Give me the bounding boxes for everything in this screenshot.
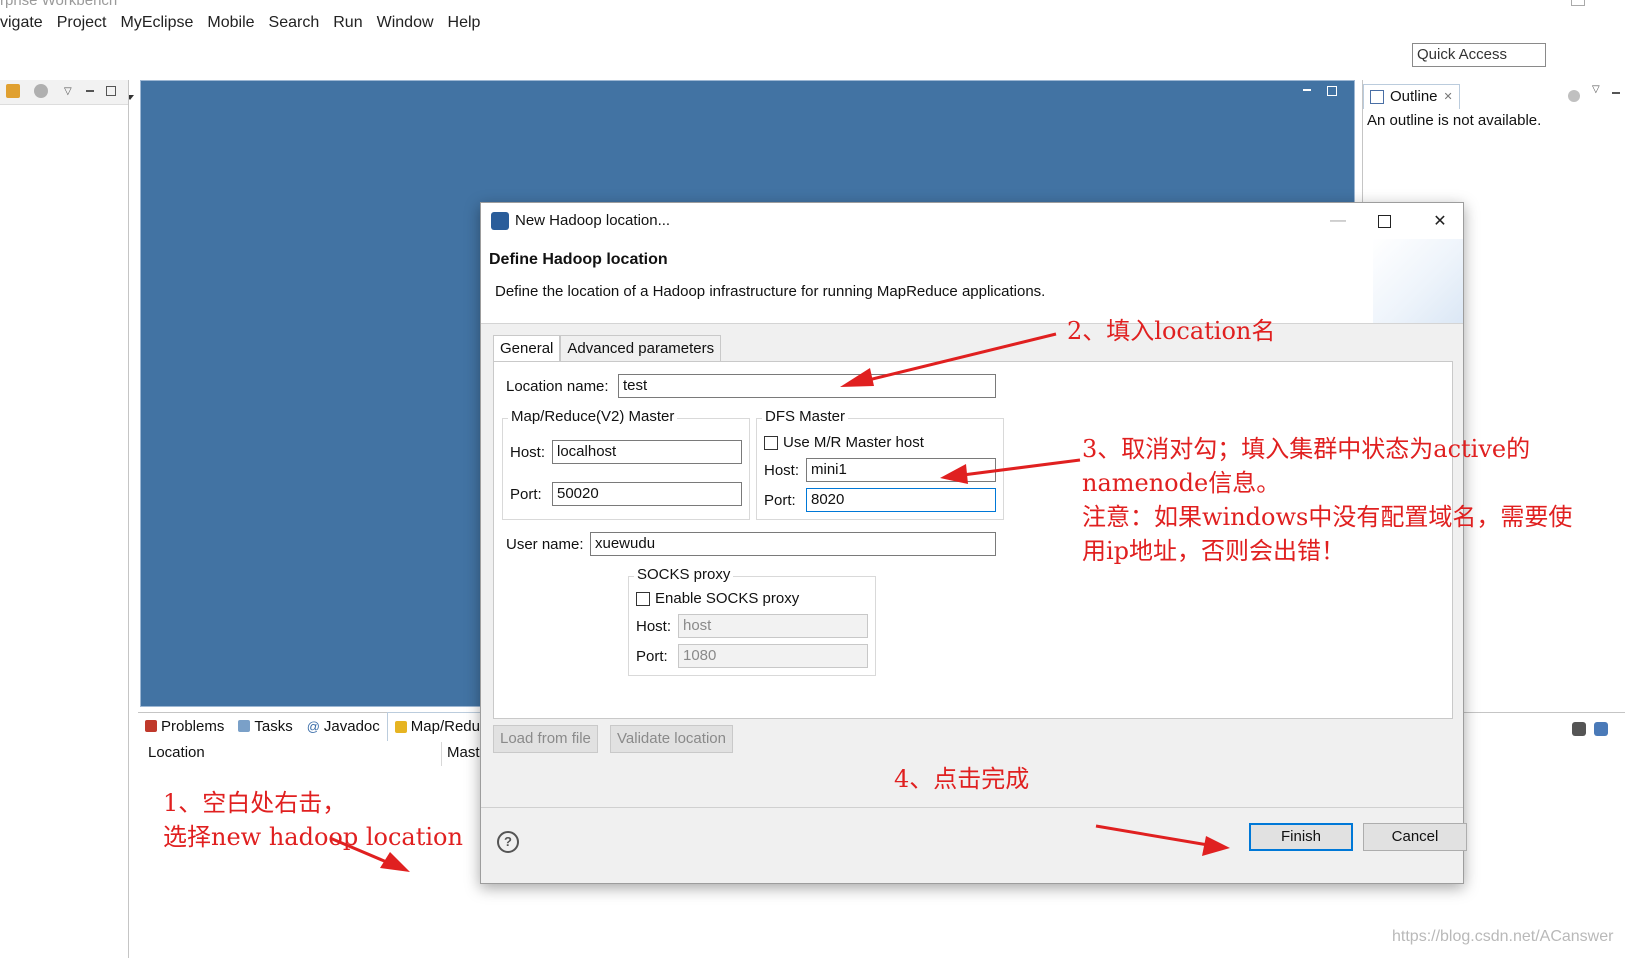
menu-window[interactable]: Window	[377, 14, 434, 38]
restore-window-icon[interactable]	[1571, 0, 1585, 6]
annotation-step-3-line-2: namenode信息。	[1082, 469, 1281, 497]
dfs-port-input[interactable]: 8020	[806, 488, 996, 512]
package-explorer-view	[0, 80, 129, 958]
tab-advanced-parameters[interactable]: Advanced parameters	[560, 335, 722, 362]
location-name-input[interactable]: test	[618, 374, 996, 398]
main-toolbar: Quick Access	[0, 42, 1625, 108]
socks-port-input[interactable]: 1080	[678, 644, 868, 668]
enable-socks-checkbox[interactable]	[636, 592, 650, 606]
quick-access-input[interactable]: Quick Access	[1412, 43, 1546, 67]
annotation-step-2: 2、填入location名	[1067, 317, 1276, 345]
dfs-port-label: Port:	[764, 492, 796, 509]
column-divider	[441, 742, 442, 766]
minimize-icon[interactable]	[1612, 92, 1620, 94]
tab-label: Outline	[1390, 88, 1438, 105]
dialog-heading: Define Hadoop location	[489, 251, 668, 268]
socks-host-label: Host:	[636, 618, 672, 635]
mr-host-input[interactable]: localhost	[552, 440, 742, 464]
column-location[interactable]: Location	[148, 744, 205, 761]
dialog-description: Define the location of a Hadoop infrastr…	[495, 283, 1046, 300]
close-icon[interactable]: ✕	[1417, 203, 1463, 239]
username-input[interactable]: xuewudu	[590, 532, 996, 556]
dfs-host-input[interactable]: mini1	[806, 458, 996, 482]
javadoc-icon: @	[306, 718, 320, 734]
link-with-editor-icon[interactable]	[6, 84, 20, 98]
tab-javadoc[interactable]: @ Javadoc	[300, 712, 387, 740]
view-menu-icon[interactable]	[1568, 90, 1580, 102]
menu-help[interactable]: Help	[448, 14, 481, 38]
maximize-icon[interactable]	[1361, 203, 1407, 239]
use-mr-master-label: Use M/R Master host	[783, 434, 924, 451]
tab-tasks[interactable]: Tasks	[231, 712, 299, 740]
tab-general[interactable]: General	[493, 335, 561, 363]
dfs-master-group-label: DFS Master	[762, 408, 849, 425]
header-decoration	[1373, 239, 1463, 323]
chevron-down-icon[interactable]: ▽	[64, 86, 72, 97]
menu-bar: vigate Project MyEclipse Mobile Search R…	[0, 14, 494, 38]
tab-outline[interactable]: Outline ✕	[1363, 84, 1460, 109]
menu-search[interactable]: Search	[269, 14, 320, 38]
outline-empty-message: An outline is not available.	[1367, 112, 1542, 129]
dialog-header: Define Hadoop location Define the locati…	[481, 239, 1463, 324]
annotation-step-3-line-1: 3、取消对勾；填入集群中状态为active的	[1082, 435, 1531, 463]
tab-label: Problems	[161, 717, 225, 735]
annotation-step-1-line-2: 选择new hadoop location	[163, 823, 463, 851]
view-menu-icon[interactable]	[34, 84, 48, 98]
dialog-footer-divider	[481, 807, 1463, 808]
dialog-title: New Hadoop location...	[515, 212, 671, 229]
help-icon[interactable]: ?	[497, 831, 519, 853]
problems-icon	[145, 720, 157, 732]
bottom-tab-bar: Problems Tasks @ Javadoc Map/Reduce	[138, 711, 504, 741]
annotation-step-3-line-3: 注意：如果windows中没有配置域名，需要使	[1082, 503, 1573, 531]
menu-myeclipse[interactable]: MyEclipse	[121, 14, 194, 38]
mr-port-input[interactable]: 50020	[552, 482, 742, 506]
hadoop-icon[interactable]	[1572, 722, 1586, 736]
outline-icon	[1370, 90, 1384, 104]
menu-mobile[interactable]: Mobile	[207, 14, 254, 38]
mr-port-label: Port:	[510, 486, 542, 503]
tab-problems[interactable]: Problems	[138, 712, 231, 740]
maximize-icon[interactable]	[1327, 86, 1337, 96]
minimize-icon[interactable]: —	[1315, 203, 1361, 239]
minimize-icon[interactable]	[86, 90, 94, 92]
annotation-step-4: 4、点击完成	[894, 765, 1030, 793]
mr-master-group-label: Map/Reduce(V2) Master	[508, 408, 678, 425]
socks-port-label: Port:	[636, 648, 668, 665]
eclipse-logo-icon	[491, 212, 509, 230]
column-master[interactable]: Mast	[447, 744, 480, 761]
elephant-icon	[394, 720, 407, 733]
tab-label: Tasks	[254, 717, 293, 735]
chevron-down-icon[interactable]: ▽	[1592, 84, 1600, 95]
tab-label: Javadoc	[323, 717, 380, 735]
annotation-step-3-line-4: 用ip地址，否则会出错！	[1082, 537, 1346, 565]
menu-navigate[interactable]: vigate	[0, 14, 43, 38]
minimize-icon[interactable]	[1303, 89, 1311, 91]
close-icon[interactable]: ✕	[1444, 85, 1453, 109]
load-from-file-button[interactable]: Load from file	[493, 725, 598, 753]
new-location-icon[interactable]	[1594, 722, 1608, 736]
dfs-host-label: Host:	[764, 462, 800, 479]
username-label: User name:	[506, 536, 584, 553]
maximize-icon[interactable]	[106, 86, 116, 96]
left-view-toolbar: ▽	[0, 80, 128, 105]
annotation-step-1-line-1: 1、空白处右击，	[163, 789, 347, 817]
mr-host-label: Host:	[510, 444, 546, 461]
socks-proxy-group-label: SOCKS proxy	[634, 566, 734, 583]
finish-button[interactable]: Finish	[1249, 823, 1353, 851]
menu-run[interactable]: Run	[333, 14, 362, 38]
use-mr-master-checkbox[interactable]	[764, 436, 778, 450]
tasks-icon	[238, 720, 251, 732]
socks-host-input[interactable]: host	[678, 614, 868, 638]
location-name-label: Location name:	[506, 378, 609, 395]
enable-socks-label: Enable SOCKS proxy	[655, 590, 800, 607]
validate-location-button[interactable]: Validate location	[610, 725, 733, 753]
window-title: rprise Workbench	[0, 0, 118, 9]
cancel-button[interactable]: Cancel	[1363, 823, 1467, 851]
dialog-tabs: General Advanced parameters	[493, 335, 722, 363]
dialog-title-bar: New Hadoop location... — ✕	[481, 203, 1463, 239]
watermark: https://blog.csdn.net/ACanswer	[1392, 928, 1614, 945]
menu-project[interactable]: Project	[57, 14, 107, 38]
